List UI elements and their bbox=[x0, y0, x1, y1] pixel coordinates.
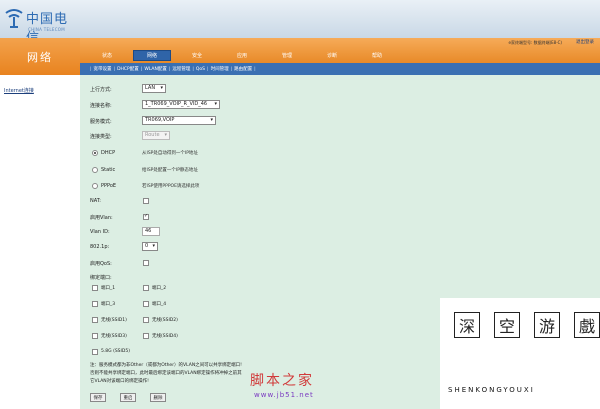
port-2-label: 端口_2 bbox=[152, 286, 167, 291]
ssid4-label: 无线(SSID4) bbox=[152, 334, 178, 339]
pppoe-label: PPPoE bbox=[101, 183, 117, 189]
main-nav: e家终端型号: 数据终端(E8-C) 退出登录 状态 网络 安全 应用 管理 诊… bbox=[80, 38, 600, 63]
port-4-checkbox[interactable] bbox=[143, 301, 149, 307]
logout-link[interactable]: 退出登录 bbox=[576, 39, 594, 45]
uplink-label: 上行方式: bbox=[90, 87, 112, 93]
nav-tab-help[interactable]: 帮助 bbox=[358, 50, 396, 61]
nav-tab-applications[interactable]: 应用 bbox=[223, 50, 261, 61]
ssid3-label: 无线(SSID3) bbox=[101, 334, 127, 339]
port-3-checkbox[interactable] bbox=[92, 301, 98, 307]
dot1p-select[interactable]: 0 bbox=[142, 242, 158, 251]
shenkong-watermark: 深 空 游 戲 SHENKONGYOUXI bbox=[440, 298, 600, 409]
sidebar: Internet连接 bbox=[0, 75, 80, 409]
dhcp-description: 从ISP处自动得到一个IP地址 bbox=[142, 151, 198, 156]
enable-vlan-checkbox[interactable] bbox=[143, 213, 149, 220]
enable-qos-label: 启用QoS: bbox=[90, 261, 112, 267]
connection-name-label: 连接名称: bbox=[90, 103, 112, 109]
delete-button[interactable]: 删除 bbox=[150, 393, 166, 402]
vlan-id-input[interactable]: 46 bbox=[142, 227, 160, 236]
note-line-1: 注：服务模式都为非Other（或都为Other）的VLAN之间可以共享绑定端口! bbox=[90, 363, 242, 368]
service-mode-select[interactable]: TR069,VOIP bbox=[142, 116, 216, 125]
static-description: 给ISP处配置一个IP静态地址 bbox=[142, 168, 198, 173]
port-2-checkbox[interactable] bbox=[143, 285, 149, 291]
ssid2-label: 无线(SSID2) bbox=[152, 318, 178, 323]
nav-tab-network[interactable]: 网络 bbox=[133, 50, 171, 61]
header-bar: 中国电信 CHINA TELECOM bbox=[0, 0, 600, 46]
dot1p-label: 802.1p: bbox=[90, 244, 110, 250]
nav-tab-diagnostics[interactable]: 诊断 bbox=[313, 50, 351, 61]
sub-nav: | 宽带设置 | DHCP配置 | WLAN配置 | 远程管理 | QoS | … bbox=[80, 63, 600, 75]
logo-subtext: CHINA TELECOM bbox=[28, 27, 65, 32]
ssid3-checkbox[interactable] bbox=[92, 333, 98, 339]
subnav-time[interactable]: 时间管理 bbox=[211, 66, 229, 72]
service-mode-label: 服务模式: bbox=[90, 119, 112, 125]
connection-name-select[interactable]: 1_TR069_VOIP_R_VID_46 bbox=[142, 100, 220, 109]
dhcp-radio[interactable] bbox=[92, 150, 98, 156]
connection-type-label: 连接类型: bbox=[90, 134, 112, 140]
reboot-button[interactable]: 重启 bbox=[120, 393, 136, 402]
enable-vlan-label: 启用Vlan: bbox=[90, 215, 113, 221]
pppoe-radio[interactable] bbox=[92, 183, 98, 189]
watermark-letters: SHENKONGYOUXI bbox=[448, 386, 535, 394]
ssid4-checkbox[interactable] bbox=[143, 333, 149, 339]
watermark-char: 空 bbox=[494, 312, 520, 338]
bind-port-label: 绑定端口: bbox=[90, 275, 112, 281]
device-model-info: e家终端型号: 数据终端(E8-C) bbox=[508, 40, 562, 45]
connection-type-select[interactable]: Route bbox=[142, 131, 170, 140]
site-watermark-url: www.jb51.net bbox=[254, 391, 314, 399]
subnav-broadband[interactable]: 宽带设置 bbox=[94, 66, 112, 72]
static-radio[interactable] bbox=[92, 167, 98, 173]
nat-label: NAT: bbox=[90, 198, 101, 204]
save-button[interactable]: 保存 bbox=[90, 393, 106, 402]
port-1-label: 端口_1 bbox=[101, 286, 116, 291]
section-title: 网络 bbox=[0, 38, 80, 75]
brand-logo: 中国电信 CHINA TELECOM bbox=[2, 2, 72, 46]
subnav-dhcp[interactable]: DHCP配置 bbox=[117, 66, 139, 72]
sidebar-item-internet-connection[interactable]: Internet连接 bbox=[4, 87, 34, 94]
subnav-wlan[interactable]: WLAN配置 bbox=[144, 66, 167, 72]
port-3-label: 端口_3 bbox=[101, 302, 116, 307]
port-1-checkbox[interactable] bbox=[92, 285, 98, 291]
pppoe-description: 若ISP使用PPPOE请选择此项 bbox=[142, 184, 200, 189]
nav-tab-status[interactable]: 状态 bbox=[88, 50, 126, 61]
watermark-char: 深 bbox=[454, 312, 480, 338]
nav-tab-management[interactable]: 管理 bbox=[268, 50, 306, 61]
enable-qos-checkbox[interactable] bbox=[143, 260, 149, 266]
port-4-label: 端口_4 bbox=[152, 302, 167, 307]
uplink-select[interactable]: LAN bbox=[142, 84, 166, 93]
ssid2-checkbox[interactable] bbox=[143, 317, 149, 323]
note-line-2: 否则不能共享绑定端口，此时最后绑定该端口的VLAN绑定操作将冲掉之前其 bbox=[90, 371, 242, 376]
watermark-char: 戲 bbox=[574, 312, 600, 338]
note-line-3: 它VLAN对该端口的绑定操作! bbox=[90, 379, 149, 384]
china-telecom-logo-icon bbox=[5, 9, 23, 28]
ssid5-checkbox[interactable] bbox=[92, 349, 98, 355]
subnav-remote-mgmt[interactable]: 远程管理 bbox=[172, 66, 190, 72]
watermark-char: 游 bbox=[534, 312, 560, 338]
site-watermark: 脚本之家 bbox=[250, 373, 314, 389]
nav-tab-security[interactable]: 安全 bbox=[178, 50, 216, 61]
subnav-qos[interactable]: QoS bbox=[196, 67, 205, 72]
ssid5-label: 5.8G (SSID5) bbox=[101, 349, 130, 354]
vlan-id-label: Vlan ID: bbox=[90, 229, 110, 235]
subnav-routing[interactable]: 路由配置 bbox=[234, 66, 252, 72]
nat-checkbox[interactable] bbox=[143, 198, 149, 204]
static-label: Static bbox=[101, 167, 116, 173]
ssid1-checkbox[interactable] bbox=[92, 317, 98, 323]
dhcp-label: DHCP bbox=[101, 150, 116, 156]
ssid1-label: 无线(SSID1) bbox=[101, 318, 127, 323]
